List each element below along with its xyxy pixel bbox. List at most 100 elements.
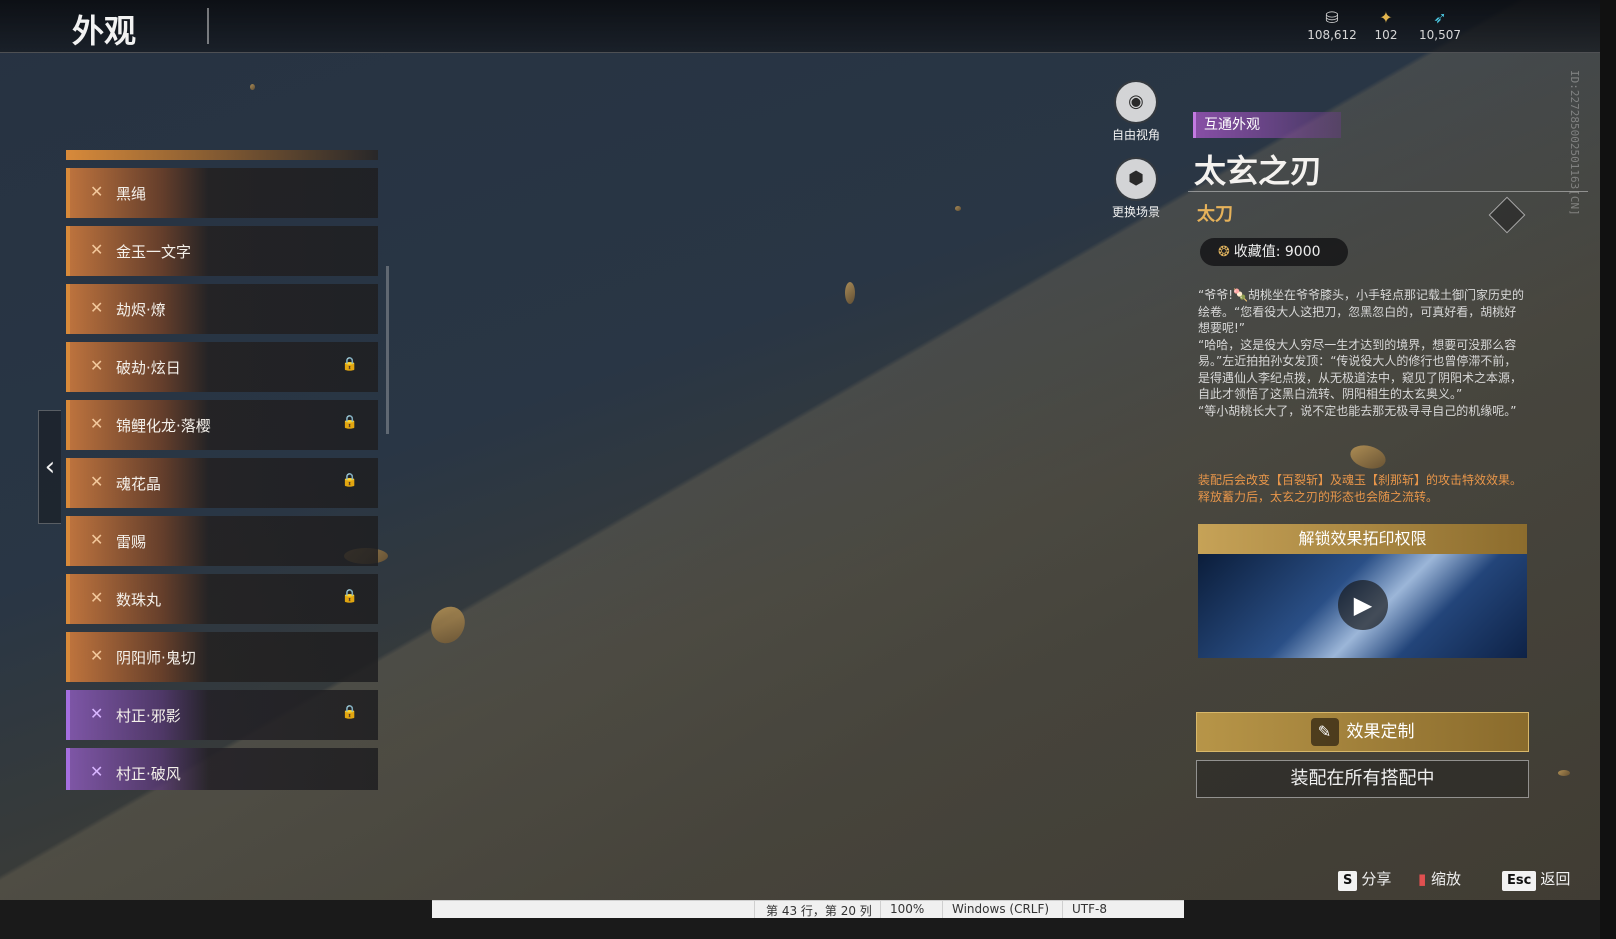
list-item[interactable]: ✕ 劫烬·燎 [66,284,378,334]
encoding: UTF-8 [1072,902,1107,916]
item-description: “爷爷!🍡胡桃坐在爷爷膝头，小手轻点那记载土御门家历史的绘卷。“您看役大人这把刀… [1198,288,1524,418]
hint-share-label: 分享 [1361,870,1392,888]
status-separator [754,901,755,918]
brush-icon: ✎ [1310,718,1339,746]
list-item[interactable]: ✕ 锦鲤化龙·落樱 🔒 [66,400,378,450]
status-separator [1062,901,1063,918]
key-s: S [1338,871,1358,891]
hint-back-label: 返回 [1540,870,1571,888]
rarity-icon: ✕ [90,298,104,317]
player-uid: ID:227285002501163[CN] [1568,70,1581,216]
page-title: 外观 [72,12,137,50]
currency-value: 108,612 [1307,28,1357,42]
collection-value: ❂ 收藏值: 9000 [1200,238,1348,266]
collection-label: 收藏值: 9000 [1233,244,1321,260]
camera-icon: ◉ [1116,82,1156,122]
currency-coins: ⛁ 108,612 [1302,8,1362,42]
list-item-name: 阴阳师·鬼切 [116,649,196,667]
petal [1347,441,1389,473]
lock-icon: 🔒 [341,705,358,720]
rarity-icon: ✕ [90,356,104,375]
unlock-effect-panel[interactable]: 解锁效果拓印权限 ▶ [1198,524,1527,660]
list-item[interactable]: ✕ 村正·邪影 🔒 [66,690,378,740]
list-item[interactable]: ✕ 数珠丸 🔒 [66,574,378,624]
currency-feathers: ➶ 10,507 [1410,8,1470,42]
item-title: 太玄之刃 [1194,152,1323,190]
lock-icon: 🔒 [341,357,358,372]
lock-icon: 🔒 [341,415,358,430]
key-esc: Esc [1502,871,1537,891]
rarity-icon: ✕ [90,704,104,723]
list-item[interactable]: ✕ 金玉一文字 [66,226,378,276]
rarity-icon: ✕ [90,762,104,781]
window-edge [1600,0,1616,939]
list-item[interactable]: ✕ 阴阳师·鬼切 [66,632,378,682]
list-item[interactable]: ✕ 雷赐 [66,516,378,566]
list-item-name: 村正·破风 [116,765,181,783]
rarity-icon: ✕ [90,414,104,433]
list-item[interactable]: ✕ 黑绳 [66,168,378,218]
coin-stack-icon: ⛁ [1325,8,1339,27]
rarity-icon: ✕ [90,182,104,201]
petal [1558,770,1570,776]
item-effect: 装配后会改变【百裂斩】及魂玉【刹那斩】的攻击特效效果。 释放蓄力后，太玄之刃的形… [1198,473,1523,504]
petal [955,206,961,211]
effect-customize-label: 效果定制 [1346,722,1415,742]
equip-all-button[interactable]: 装配在所有搭配中 [1196,760,1529,798]
effect-customize-button[interactable]: ✎ 效果定制 [1196,712,1529,752]
hint-share[interactable]: S 分享 [1338,868,1391,891]
free-view-label: 自由视角 [1111,128,1160,142]
mouse-icon: ▮ [1418,870,1427,888]
petal [424,600,472,650]
crossplay-tag: 互通外观 [1193,112,1341,138]
free-view-button[interactable]: ◉ 自由视角 [1104,82,1168,143]
cursor-position: 第 43 行，第 20 列 [766,904,872,918]
status-separator [880,901,881,918]
top-bar: 外观 ⛁ 108,612 ✦ 102 ➶ 10,507 [0,0,1600,53]
collection-icon: ❂ [1218,244,1230,260]
lock-icon: 🔒 [341,473,358,488]
change-scene-button[interactable]: ⬢ 更换场景 [1104,159,1168,220]
list-item-name: 数珠丸 [116,591,162,609]
rarity-icon: ✕ [90,472,104,491]
back-arrow-button[interactable]: ‹ [38,410,61,524]
list-item-name: 黑绳 [116,185,147,203]
list-scrollbar[interactable] [386,266,389,434]
change-scene-label: 更换场景 [1111,205,1160,219]
rarity-icon: ✕ [90,646,104,665]
skin-list[interactable]: ✕ 黑绳 ✕ 金玉一文字 ✕ 劫烬·燎 ✕ 破劫·炫日 🔒 ✕ 锦鲤化龙·落樱 🔒 ✕ 魂花晶 🔒… [66,150,378,790]
hint-back[interactable]: Esc 返回 [1502,868,1570,891]
scene-cube-icon: ⬢ [1116,159,1156,199]
list-item-name: 锦鲤化龙·落樱 [116,417,211,435]
list-item-name: 雷赐 [116,533,147,551]
effect-preview-video[interactable]: ▶ [1198,554,1527,658]
list-item-name: 金玉一文字 [116,243,192,261]
rarity-icon: ✕ [90,530,104,549]
petal [845,282,855,304]
gold-ticket-icon: ✦ [1379,8,1393,27]
hint-zoom[interactable]: ▮ 缩放 [1418,868,1461,889]
title-divider [207,8,209,44]
line-ending: Windows (CRLF) [952,902,1050,916]
list-item[interactable]: ✕ 破劫·炫日 🔒 [66,342,378,392]
zoom-level: 100% [890,902,925,916]
status-separator [942,901,943,918]
lock-icon: 🔒 [341,589,358,604]
blue-feather-icon: ➶ [1433,8,1447,27]
rarity-icon: ✕ [90,240,104,259]
unlock-title: 解锁效果拓印权限 [1198,524,1527,554]
list-item-name: 魂花晶 [116,475,162,493]
currency-value: 102 [1374,28,1398,42]
list-item[interactable]: ✕ 魂花晶 🔒 [66,458,378,508]
chevron-left-icon: ‹ [44,452,56,482]
play-icon[interactable]: ▶ [1338,580,1388,630]
item-type: 太刀 [1197,204,1233,225]
petal [250,84,255,90]
hint-zoom-label: 缩放 [1431,870,1462,888]
currency-tickets: ✦ 102 [1356,8,1416,42]
list-item-name: 破劫·炫日 [116,359,181,377]
currency-value: 10,507 [1419,28,1461,42]
list-item[interactable]: ✕ 村正·破风 [66,748,378,790]
title-divider [1188,191,1588,192]
list-item-name: 劫烬·燎 [116,301,166,319]
